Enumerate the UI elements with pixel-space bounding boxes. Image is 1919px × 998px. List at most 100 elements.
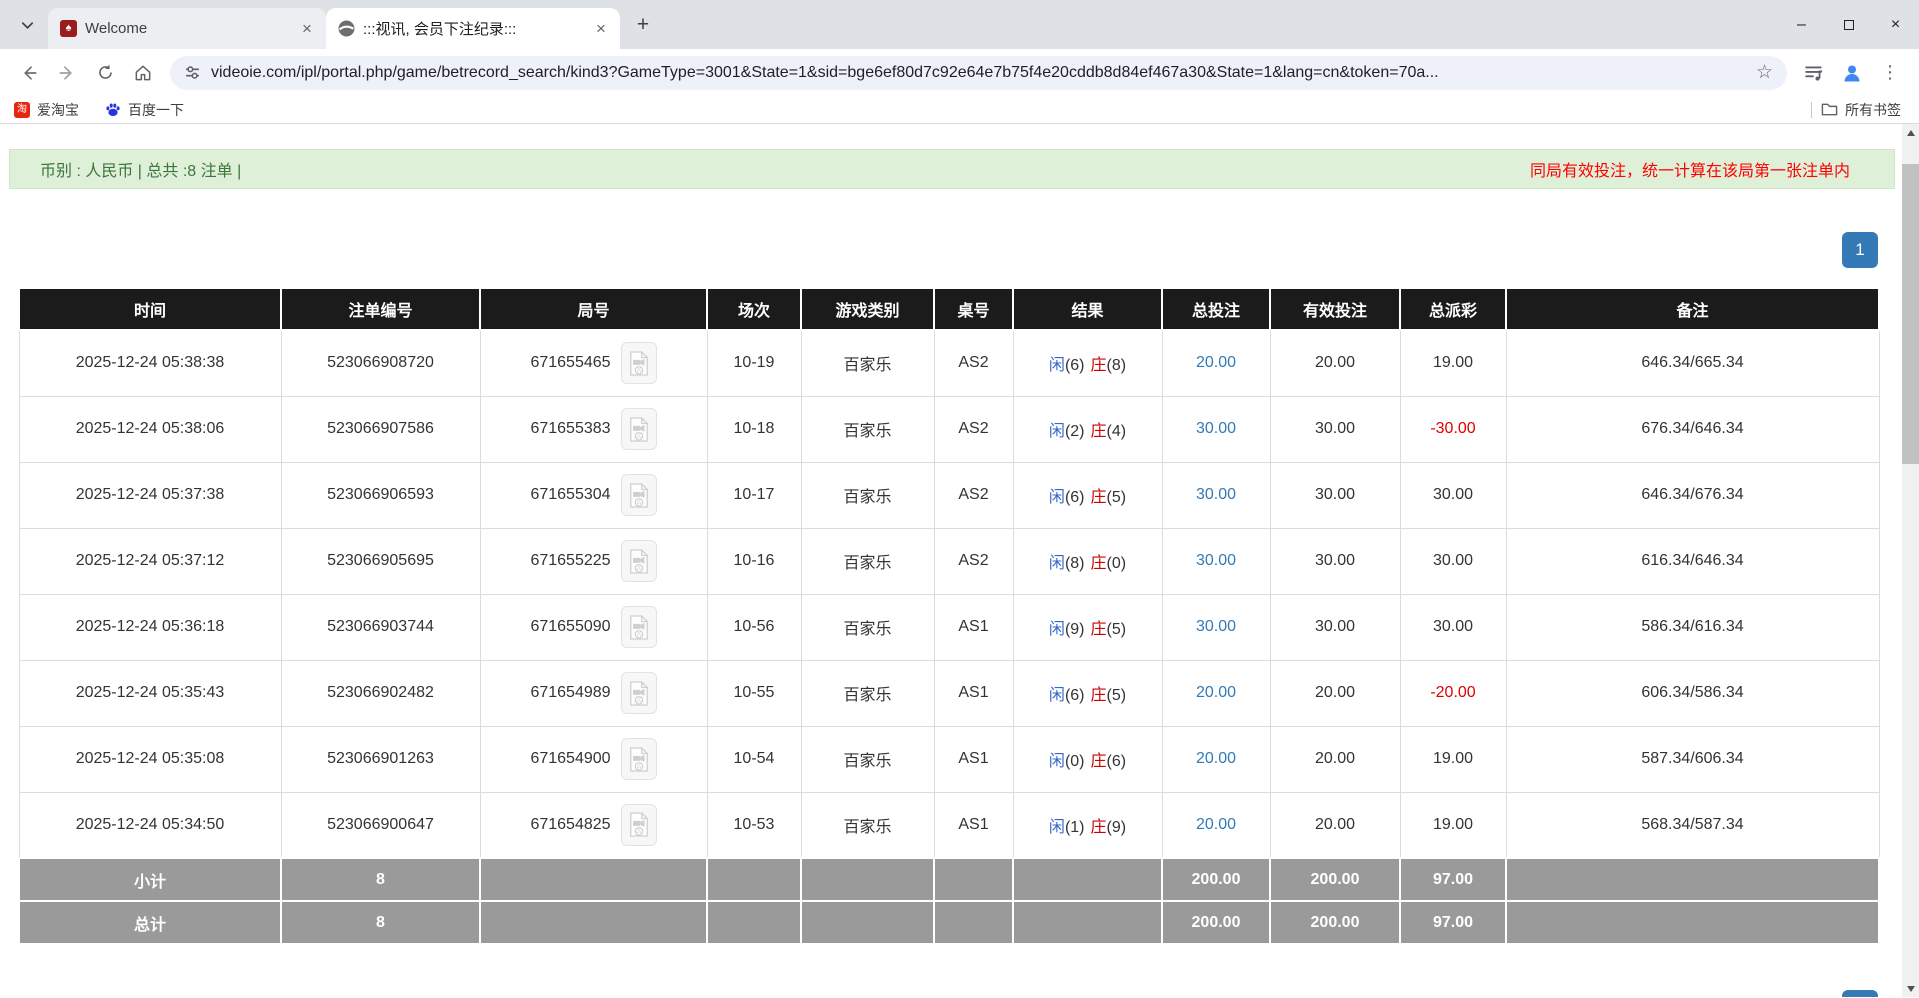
cell-time: 2025-12-24 05:35:43 xyxy=(19,660,281,726)
tab-welcome[interactable]: ♠ Welcome × xyxy=(48,8,326,49)
cell-time: 2025-12-24 05:38:06 xyxy=(19,396,281,462)
close-window-button[interactable]: × xyxy=(1872,0,1919,49)
video-replay-button[interactable] xyxy=(621,342,657,384)
url-bar[interactable]: videoie.com/ipl/portal.php/game/betrecor… xyxy=(170,56,1787,90)
cell-game-type: 百家乐 xyxy=(801,660,934,726)
cell-total-bet-link[interactable]: 30.00 xyxy=(1162,396,1270,462)
bookmark-star-icon[interactable]: ☆ xyxy=(1756,61,1773,84)
cell-round: 671655465 xyxy=(480,330,707,396)
video-replay-button[interactable] xyxy=(621,408,657,450)
banker-value: (8) xyxy=(1107,357,1127,374)
bookmark-baidu[interactable]: 百度一下 xyxy=(105,100,184,120)
forward-button[interactable] xyxy=(48,54,86,92)
tab-search-button[interactable] xyxy=(10,8,44,42)
all-bookmarks-button[interactable]: 所有书签 xyxy=(1821,100,1901,120)
cell-total-bet-link[interactable]: 20.00 xyxy=(1162,330,1270,396)
bet-record-table: 时间 注单编号 局号 场次 游戏类别 桌号 结果 总投注 有效投注 总派彩 备注… xyxy=(18,287,1880,945)
table-footer: 小计 8 200.00 200.00 97.00 总计 8 200.00 200… xyxy=(19,858,1879,944)
table-row: 2025-12-24 05:38:06 523066907586 6716553… xyxy=(19,396,1879,462)
round-id: 671655304 xyxy=(530,486,610,503)
cell-note: 646.34/676.34 xyxy=(1506,462,1879,528)
pagination-bottom-button[interactable] xyxy=(1842,990,1878,997)
total-total-bet: 200.00 xyxy=(1162,901,1270,944)
round-id: 671655090 xyxy=(530,618,610,635)
header-time: 时间 xyxy=(19,288,281,330)
cell-session: 10-17 xyxy=(707,462,801,528)
cell-time: 2025-12-24 05:34:50 xyxy=(19,792,281,858)
maximize-button[interactable] xyxy=(1825,0,1872,49)
cell-bet-id: 523066903744 xyxy=(281,594,480,660)
table-row: 2025-12-24 05:36:18 523066903744 6716550… xyxy=(19,594,1879,660)
cell-total-bet-link[interactable]: 30.00 xyxy=(1162,462,1270,528)
cell-total-bet-link[interactable]: 20.00 xyxy=(1162,726,1270,792)
cell-bet-id: 523066902482 xyxy=(281,660,480,726)
cell-round: 671655225 xyxy=(480,528,707,594)
cell-total-bet-link[interactable]: 30.00 xyxy=(1162,594,1270,660)
cell-result: 闲(0)庄(6) xyxy=(1013,726,1162,792)
video-replay-button[interactable] xyxy=(621,540,657,582)
cell-time: 2025-12-24 05:35:08 xyxy=(19,726,281,792)
cell-session: 10-18 xyxy=(707,396,801,462)
forward-arrow-icon xyxy=(57,63,77,83)
reload-button[interactable] xyxy=(86,54,124,92)
banker-label: 庄 xyxy=(1091,357,1107,374)
cell-result: 闲(6)庄(8) xyxy=(1013,330,1162,396)
cell-payout: -20.00 xyxy=(1400,660,1506,726)
cell-note: 586.34/616.34 xyxy=(1506,594,1879,660)
site-settings-icon[interactable] xyxy=(184,64,201,81)
player-label: 闲 xyxy=(1049,357,1065,374)
player-label: 闲 xyxy=(1049,819,1065,836)
menu-button[interactable]: ⋮ xyxy=(1871,54,1909,92)
cell-game-type: 百家乐 xyxy=(801,396,934,462)
scrollbar-thumb[interactable] xyxy=(1902,164,1919,464)
url-input[interactable]: videoie.com/ipl/portal.php/game/betrecor… xyxy=(211,64,1746,82)
pagination-page-1-button[interactable]: 1 xyxy=(1842,232,1878,268)
table-row: 2025-12-24 05:34:50 523066900647 6716548… xyxy=(19,792,1879,858)
cell-game-type: 百家乐 xyxy=(801,594,934,660)
total-label: 总计 xyxy=(19,901,281,944)
cell-payout: 19.00 xyxy=(1400,792,1506,858)
home-icon xyxy=(133,63,153,83)
cell-valid-bet: 30.00 xyxy=(1270,462,1400,528)
header-payout: 总派彩 xyxy=(1400,288,1506,330)
cell-session: 10-19 xyxy=(707,330,801,396)
player-label: 闲 xyxy=(1049,423,1065,440)
tab-bet-record[interactable]: :::视讯, 会员下注纪录::: × xyxy=(326,8,620,49)
profile-avatar-icon xyxy=(1840,61,1864,85)
scroll-down-button[interactable] xyxy=(1902,980,1919,997)
table-row: 2025-12-24 05:35:43 523066902482 6716549… xyxy=(19,660,1879,726)
scrollbar[interactable] xyxy=(1902,124,1919,997)
cell-total-bet-link[interactable]: 20.00 xyxy=(1162,660,1270,726)
bookmark-aitaobao[interactable]: 淘 爱淘宝 xyxy=(14,100,79,120)
tab-title: :::视讯, 会员下注纪录::: xyxy=(363,18,584,39)
cell-bet-id: 523066908720 xyxy=(281,330,480,396)
cell-total-bet-link[interactable]: 30.00 xyxy=(1162,528,1270,594)
cell-note: 587.34/606.34 xyxy=(1506,726,1879,792)
video-replay-button[interactable] xyxy=(621,738,657,780)
cell-session: 10-53 xyxy=(707,792,801,858)
cell-total-bet-link[interactable]: 20.00 xyxy=(1162,792,1270,858)
cell-time: 2025-12-24 05:37:38 xyxy=(19,462,281,528)
media-controls-button[interactable] xyxy=(1795,54,1833,92)
home-button[interactable] xyxy=(124,54,162,92)
new-tab-button[interactable]: + xyxy=(628,10,658,40)
scroll-up-button[interactable] xyxy=(1902,124,1919,141)
video-replay-button[interactable] xyxy=(621,474,657,516)
banker-value: (4) xyxy=(1107,423,1127,440)
maximize-icon xyxy=(1844,20,1854,30)
media-playlist-icon xyxy=(1804,63,1824,83)
video-replay-button[interactable] xyxy=(621,804,657,846)
banker-value: (6) xyxy=(1107,753,1127,770)
profile-button[interactable] xyxy=(1833,54,1871,92)
close-icon[interactable]: × xyxy=(298,20,316,38)
header-result: 结果 xyxy=(1013,288,1162,330)
subtotal-row: 小计 8 200.00 200.00 97.00 xyxy=(19,858,1879,901)
video-replay-button[interactable] xyxy=(621,672,657,714)
back-button[interactable] xyxy=(10,54,48,92)
video-file-icon xyxy=(628,811,650,838)
minimize-button[interactable]: – xyxy=(1778,0,1825,49)
video-replay-button[interactable] xyxy=(621,606,657,648)
close-icon[interactable]: × xyxy=(592,20,610,38)
header-valid-bet: 有效投注 xyxy=(1270,288,1400,330)
cell-table-no: AS2 xyxy=(934,330,1013,396)
